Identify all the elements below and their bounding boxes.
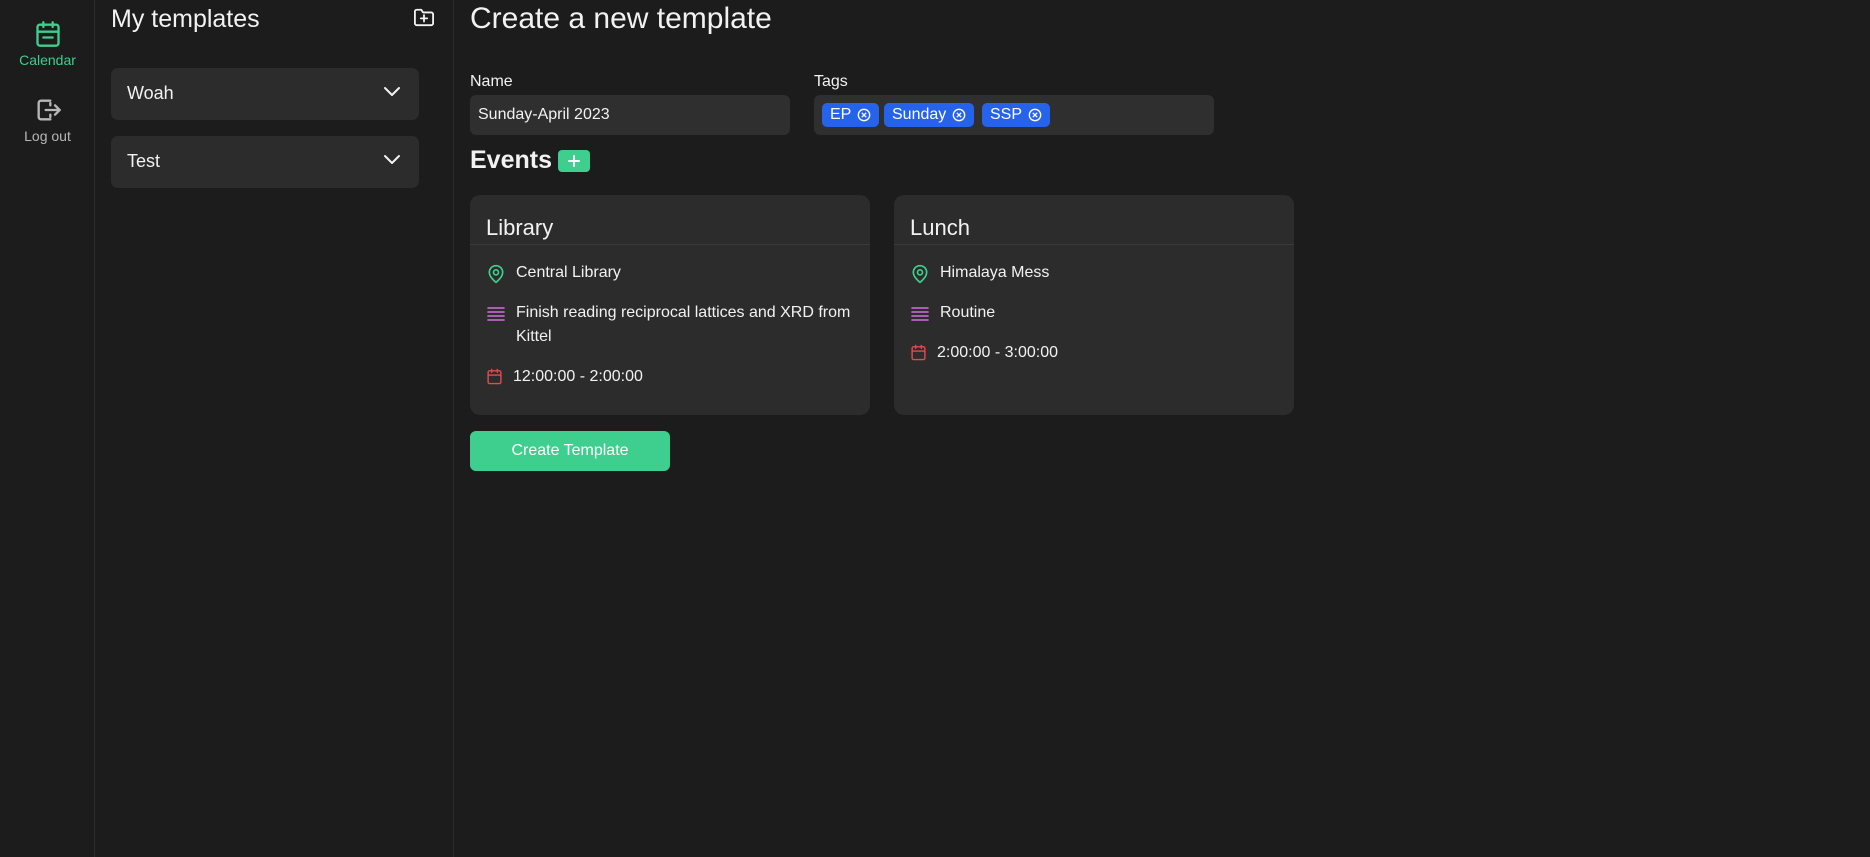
new-folder-button[interactable] [413,7,435,32]
events-title: Events [470,146,552,174]
template-item[interactable]: Woah [111,68,419,120]
list-icon [487,307,505,321]
card-divider [894,244,1294,245]
location-pin-icon [488,264,504,284]
list-icon [911,307,929,321]
remove-tag-icon[interactable] [1028,108,1042,122]
tag-chip: EP [822,103,880,127]
event-time-text: 2:00:00 - 3:00:00 [937,344,1058,361]
event-location-text: Central Library [516,264,621,281]
templates-sidebar: My templates Woah Test [95,0,454,857]
main-content: Create a new template Name Tags EP Sunda… [455,0,1870,857]
event-location-text: Himalaya Mess [940,264,1050,281]
template-item-label: Woah [127,83,174,103]
event-time-text: 12:00:00 - 2:00:00 [513,368,643,385]
event-time: 12:00:00 - 2:00:00 [486,365,856,389]
name-input[interactable] [470,95,790,135]
event-title: Lunch [910,215,970,240]
nav-calendar[interactable]: Calendar [0,20,95,68]
event-description: Routine [910,301,1280,325]
event-location: Central Library [486,261,856,285]
tags-label: Tags [814,73,848,90]
folder-plus-icon [413,8,434,27]
tags-input[interactable]: EP Sunday SSP [814,95,1214,135]
tag-label: Sunday [892,106,947,123]
event-location: Himalaya Mess [910,261,1280,285]
tag-chip: SSP [982,103,1051,127]
card-divider [470,244,870,245]
location-pin-icon [912,264,928,284]
event-description: Finish reading reciprocal lattices and X… [486,301,856,349]
nav-logout-label: Log out [24,128,71,144]
remove-tag-icon[interactable] [952,108,966,122]
chevron-down-icon[interactable] [383,85,401,97]
calendar-icon [35,21,60,47]
add-event-button[interactable] [558,150,590,172]
calendar-icon [911,344,926,361]
create-template-button[interactable]: Create Template [470,431,670,471]
templates-title: My templates [111,5,260,33]
nav-logout[interactable]: Log out [0,96,95,144]
tag-chip: Sunday [884,103,975,127]
chevron-down-icon[interactable] [383,153,401,165]
template-item[interactable]: Test [111,136,419,188]
tag-label: SSP [990,106,1023,123]
event-description-text: Finish reading reciprocal lattices and X… [516,304,851,345]
calendar-icon [487,368,502,385]
name-label: Name [470,73,513,90]
page-title: Create a new template [470,2,772,35]
plus-icon [568,155,580,167]
remove-tag-icon[interactable] [857,108,871,122]
nav-calendar-label: Calendar [19,52,76,68]
nav-rail: Calendar Log out [0,0,95,857]
event-description-text: Routine [940,304,996,321]
template-item-label: Test [127,151,161,171]
event-title: Library [486,215,554,240]
event-card[interactable]: Library Central Library Finish reading r… [470,195,870,415]
event-time: 2:00:00 - 3:00:00 [910,341,1280,365]
event-card[interactable]: Lunch Himalaya Mess Routine 2:00:00 - 3:… [894,195,1294,415]
logout-icon [37,99,61,121]
tag-label: EP [830,106,852,123]
